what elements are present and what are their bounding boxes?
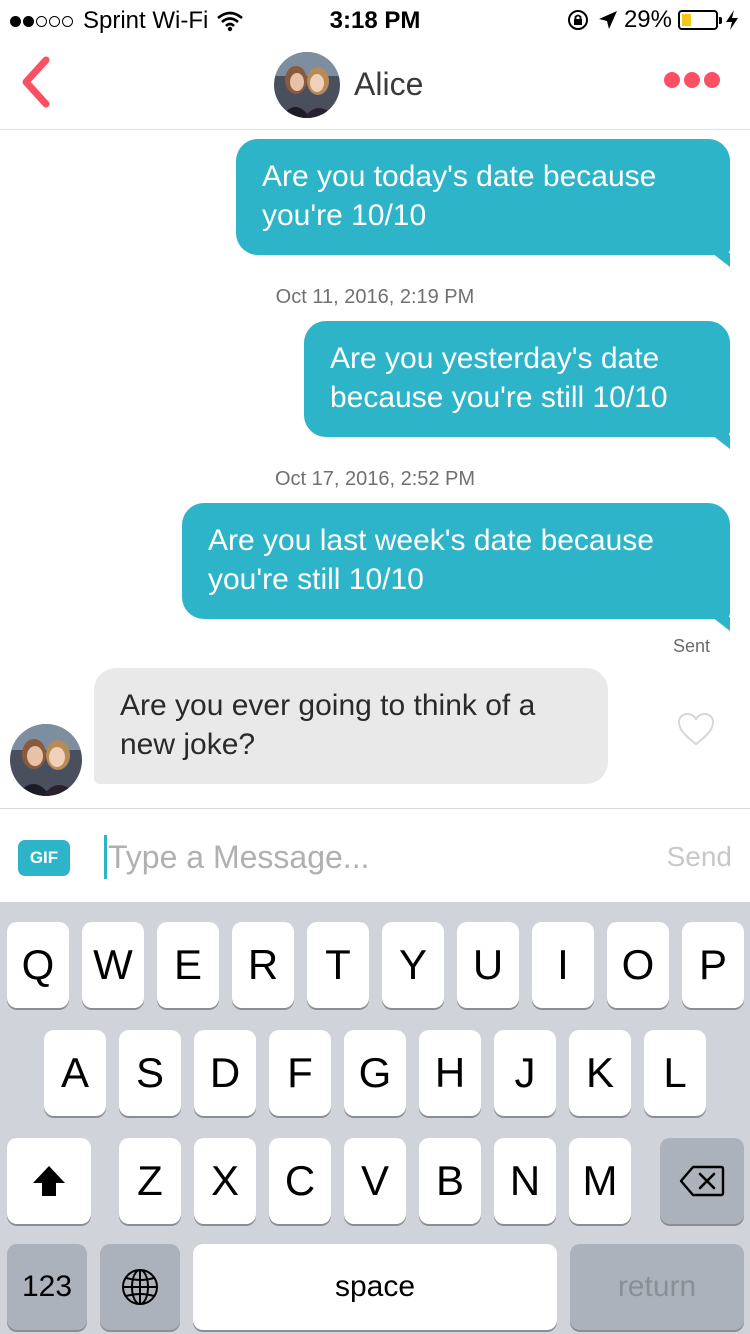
key-n[interactable]: N	[494, 1138, 556, 1224]
key-v[interactable]: V	[344, 1138, 406, 1224]
key-f[interactable]: F	[269, 1030, 331, 1116]
outgoing-message[interactable]: Are you yesterday's date because you're …	[304, 321, 730, 449]
message-composer: GIF Send	[0, 808, 750, 902]
key-u[interactable]: U	[457, 922, 519, 1008]
battery-icon	[678, 10, 722, 30]
key-o[interactable]: O	[607, 922, 669, 1008]
status-right: 29%	[566, 6, 740, 34]
key-a[interactable]: A	[44, 1030, 106, 1116]
sender-avatar[interactable]	[10, 724, 82, 796]
key-i[interactable]: I	[532, 922, 594, 1008]
rotation-lock-icon	[567, 10, 588, 30]
keyboard: Q W E R T Y U I O P A S D F G H J K L Z …	[0, 902, 750, 1334]
battery-cap	[719, 17, 722, 24]
key-q[interactable]: Q	[7, 922, 69, 1008]
key-r[interactable]: R	[232, 922, 294, 1008]
key-j[interactable]: J	[494, 1030, 556, 1116]
message-timestamp: Oct 17, 2016, 2:52 PM	[274, 468, 476, 490]
shift-arrow-icon	[33, 1166, 65, 1196]
send-button[interactable]: Send	[667, 841, 732, 873]
key-k[interactable]: K	[569, 1030, 631, 1116]
space-key[interactable]: space	[193, 1244, 557, 1330]
key-g[interactable]: G	[344, 1030, 406, 1116]
key-s[interactable]: S	[119, 1030, 181, 1116]
contact-name[interactable]: Alice	[354, 66, 423, 103]
outgoing-message[interactable]: Are you today's date because you're 10/1…	[236, 139, 730, 267]
key-l[interactable]: L	[644, 1030, 706, 1116]
key-b[interactable]: B	[419, 1138, 481, 1224]
like-message-button[interactable]	[676, 710, 716, 750]
key-e[interactable]: E	[157, 922, 219, 1008]
key-y[interactable]: Y	[382, 922, 444, 1008]
contact-avatar[interactable]	[274, 52, 340, 118]
key-p[interactable]: P	[682, 922, 744, 1008]
more-dot	[684, 72, 700, 88]
shift-key[interactable]	[7, 1138, 91, 1224]
text-cursor	[104, 835, 107, 879]
status-bar: Sprint Wi-Fi 3:18 PM 29%	[0, 0, 750, 40]
more-dot	[704, 72, 720, 88]
location-arrow-icon	[598, 11, 617, 29]
more-options-button[interactable]	[660, 72, 720, 88]
numbers-key[interactable]: 123	[7, 1244, 87, 1330]
avatar-photo	[10, 724, 82, 796]
key-m[interactable]: M	[569, 1138, 631, 1224]
gif-button[interactable]: GIF	[18, 840, 70, 876]
globe-key[interactable]	[100, 1244, 180, 1330]
incoming-message[interactable]: Are you ever going to think of a new jok…	[94, 668, 608, 784]
avatar-photo	[274, 52, 340, 118]
message-timestamp: Oct 11, 2016, 2:19 PM	[275, 286, 475, 308]
outgoing-message[interactable]: Are you last week's date because you're …	[182, 503, 730, 631]
key-c[interactable]: C	[269, 1138, 331, 1224]
backspace-icon	[679, 1165, 725, 1197]
battery-level-fill	[682, 14, 692, 26]
key-d[interactable]: D	[194, 1030, 256, 1116]
sent-status: Sent	[672, 636, 710, 656]
key-z[interactable]: Z	[119, 1138, 181, 1224]
charging-bolt-icon	[726, 10, 738, 30]
key-t[interactable]: T	[307, 922, 369, 1008]
heart-icon	[677, 712, 715, 746]
delete-key[interactable]	[660, 1138, 744, 1224]
key-h[interactable]: H	[419, 1030, 481, 1116]
chat-header: Alice	[0, 40, 750, 130]
back-button[interactable]	[14, 54, 58, 110]
key-x[interactable]: X	[194, 1138, 256, 1224]
message-input[interactable]	[108, 831, 628, 883]
chevron-left-icon	[22, 56, 50, 108]
battery-percent: 29%	[623, 6, 672, 33]
more-dot	[664, 72, 680, 88]
globe-icon	[122, 1269, 158, 1305]
key-w[interactable]: W	[82, 922, 144, 1008]
return-key[interactable]: return	[570, 1244, 744, 1330]
